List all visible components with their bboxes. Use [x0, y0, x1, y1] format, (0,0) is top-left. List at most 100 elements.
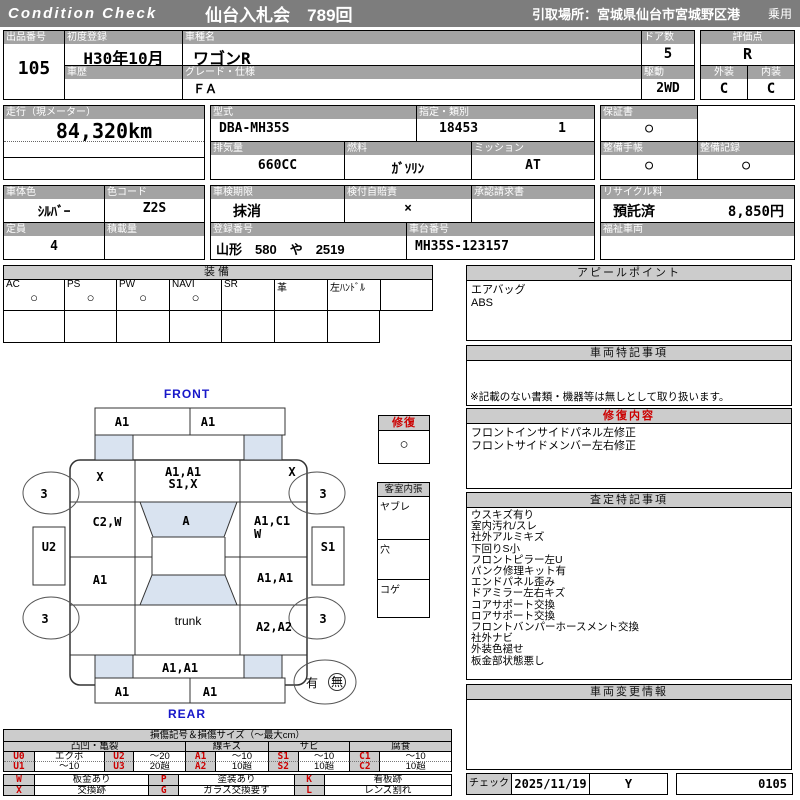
repair-detail-line: フロントインサイドパネル左修正	[471, 427, 636, 439]
odometer-box: 走行（現メーター） 84,320km	[3, 105, 205, 180]
first-registration-label: 初度登録	[65, 31, 182, 44]
damage-wheel-rear-right: 3	[319, 612, 326, 626]
welfare-vehicle-label: 福祉車両	[601, 223, 794, 236]
legend-code: A1	[185, 751, 216, 761]
legend-desc: 10超	[297, 761, 350, 771]
lot-number-label: 出品番号	[4, 31, 64, 44]
field-designation: 指定・類別 18453 1	[416, 106, 594, 141]
field-chassis-number: 車台番号 MH35S-123157	[406, 222, 594, 259]
check-label: チェック	[467, 774, 511, 794]
rating-label: 評価点	[701, 31, 794, 44]
check-box: チェック 2025/11/19 Y	[466, 773, 668, 795]
designation-class: 1	[558, 121, 566, 136]
exterior-grade-label: 外装	[701, 66, 747, 79]
interior-trim-tear: ヤブレ	[380, 502, 410, 513]
special-notes-text: ※記載のない書類・機器等は無しとして取り扱います。	[470, 391, 730, 403]
legend-desc: エクボ	[33, 751, 104, 761]
equipment-cell-sr: SR	[221, 279, 274, 310]
transmission-value: AT	[525, 158, 541, 173]
recycle-box: リサイクル料 預託済 8,850円 福祉車両	[600, 185, 795, 260]
field-fuel: 燃料 ｶﾞｿﾘﾝ	[344, 141, 471, 179]
model-name-value: ワゴンR	[193, 49, 251, 65]
maintenance-book-mark: ○	[645, 158, 653, 173]
legend-code: C1	[349, 751, 380, 761]
field-inspection-expiry: 車検期限 抹消	[211, 186, 344, 222]
designation-number: 18453	[439, 121, 479, 136]
equipment-header: 装備	[4, 266, 432, 280]
appeal-line: エアバッグ	[471, 284, 526, 296]
legend-code: S1	[267, 751, 298, 761]
legend-desc: 塗装あり	[178, 775, 293, 785]
equipment-label: 革	[277, 283, 287, 294]
model-name-label: 車種名	[183, 31, 641, 44]
equipment-mark: ○	[139, 290, 147, 305]
damage-wheel-front-right: 3	[319, 487, 326, 501]
taillight-right	[243, 654, 283, 679]
damage-wheel-front-left: 3	[40, 487, 47, 501]
legend-code: L	[293, 785, 324, 795]
legend-desc: 〜10	[33, 761, 104, 771]
appeal-line: ABS	[471, 297, 494, 309]
equipment-label: SR	[224, 279, 238, 290]
payload-label: 積載量	[105, 223, 204, 236]
repair-mark: ○	[399, 436, 409, 453]
equipment-mark: ○	[86, 290, 95, 305]
field-insurance: 検付自賠責 ×	[344, 186, 471, 222]
special-notes-box: 車両特記事項 ※記載のない書類・機器等は無しとして取り扱います。	[466, 345, 792, 406]
insurance-mark: ×	[404, 201, 412, 216]
chassis-number-label: 車台番号	[407, 223, 594, 236]
damage-sill-right: S1	[321, 540, 335, 554]
fuel-value: ｶﾞｿﾘﾝ	[391, 162, 425, 177]
legend-code: U1	[4, 761, 34, 771]
legend-desc: 10超	[379, 761, 452, 771]
legend-group-dents: 凸凹・亀裂	[4, 741, 186, 751]
damage-rear-bumper-right: A1	[203, 685, 217, 699]
chassis-number-value: MH35S-123157	[415, 239, 509, 254]
equipment-cell-lhd: 左ﾊﾝﾄﾞﾙ	[327, 279, 380, 310]
odometer-value: 84,320km	[55, 119, 153, 143]
interior-trim-box: 客室内張 ヤブレ 穴 コゲ	[377, 482, 430, 618]
spare-present-label: 有	[306, 676, 318, 690]
maintenance-record-label: 整備記録	[698, 142, 794, 155]
equipment-cell-ps: PS ○	[64, 279, 116, 310]
field-model-code: 型式 DBA-MH35S	[211, 106, 416, 141]
damage-front-bumper-right: A1	[201, 415, 215, 429]
legend-code: W	[4, 775, 34, 785]
color-code-value: Z2S	[142, 201, 167, 216]
assessment-line: 板金部状態悪し	[471, 654, 545, 667]
legend-code: U2	[103, 751, 134, 761]
odometer-label: 走行（現メーター）	[4, 106, 204, 119]
damage-rear-bumper-left: A1	[115, 685, 129, 699]
field-registration-number: 登録番号 山形 580 や 2519	[211, 222, 406, 259]
spare-absent-label: 無	[331, 674, 343, 689]
legend-code: S2	[267, 761, 298, 771]
damage-front-door-left: C2,W	[93, 515, 123, 529]
equipment-cell-extra	[380, 279, 432, 310]
field-maintenance-record: 整備記録 ○	[697, 141, 794, 179]
legend-code: X	[4, 785, 34, 795]
equipment-cell-navi: NAVI ○	[169, 279, 221, 310]
damage-wheel-rear-left: 3	[41, 612, 48, 626]
legend-group-scratches: 線キズ	[185, 741, 268, 751]
engine-box: 型式 DBA-MH35S 指定・類別 18453 1 排気量 660CC 燃料 …	[210, 105, 595, 180]
color-code-label: 色コード	[105, 186, 204, 199]
legend-desc: 〜10	[379, 751, 452, 761]
doors-label: ドア数	[642, 31, 694, 44]
damage-rear-door-right: A1,A1	[257, 571, 293, 585]
damage-legend-table: 損傷記号＆損傷サイズ（〜最大cm） 凸凹・亀裂 線キズ サビ 腐食 U0 エクボ…	[3, 729, 452, 772]
documents-box: 保証書 ○ 整備手帳 ○ 整備記録 ○	[600, 105, 795, 180]
equipment-label: AC	[6, 279, 20, 290]
legend-group-corrosion: 腐食	[349, 741, 451, 751]
legend-code: C2	[349, 761, 380, 771]
interior-trim-burn: コゲ	[378, 579, 429, 619]
displacement-value: 660CC	[257, 158, 298, 173]
assessment-line: 外装色褪せ	[471, 643, 524, 656]
legend-code: P	[148, 775, 179, 785]
insurance-label: 検付自賠責	[345, 186, 471, 199]
field-welfare-vehicle: 福祉車両	[601, 222, 794, 259]
brand-logo: Condition Check	[8, 5, 158, 22]
headlight-left	[94, 434, 134, 461]
designation-label: 指定・類別	[417, 106, 594, 119]
headlight-right	[243, 434, 283, 461]
rating-box: 評価点 R 外装 C 内装 C	[700, 30, 795, 100]
